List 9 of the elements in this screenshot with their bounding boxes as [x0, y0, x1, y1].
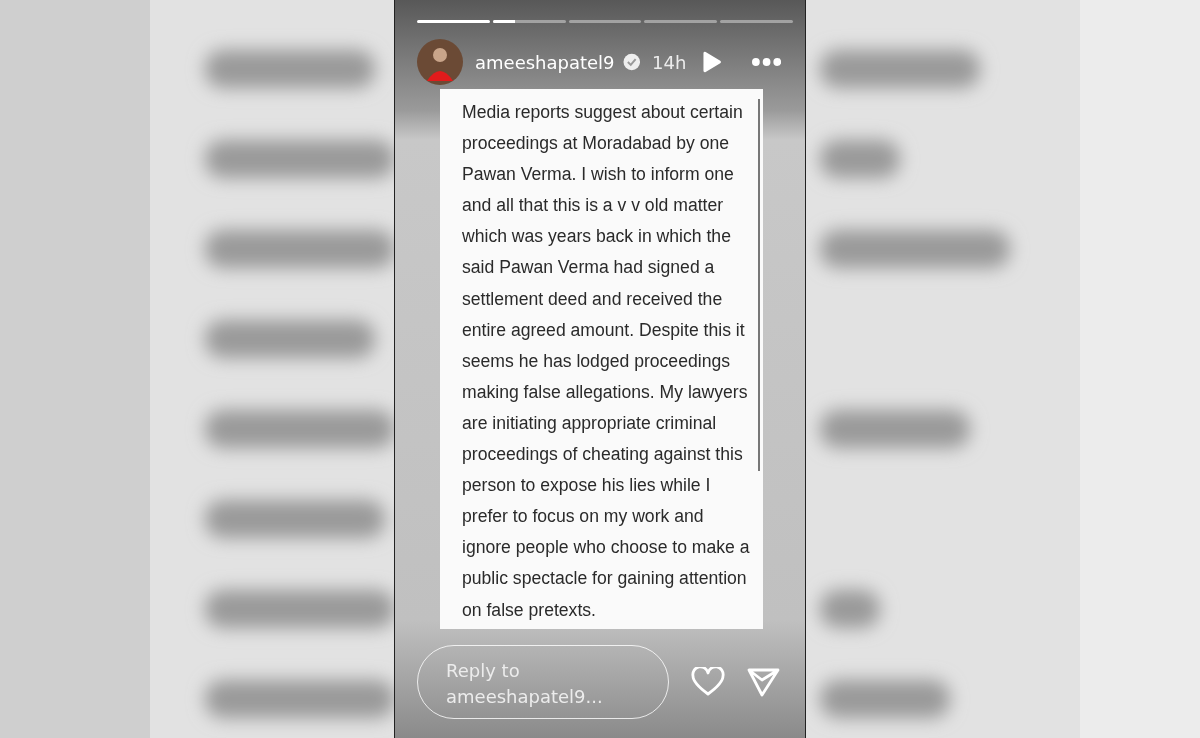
reply-field[interactable]: Reply to ameeshapatel9...: [417, 645, 669, 719]
play-icon[interactable]: [702, 51, 722, 73]
more-icon[interactable]: [751, 58, 781, 66]
avatar[interactable]: [417, 39, 463, 85]
post-time: 14h: [652, 51, 687, 73]
heart-icon[interactable]: [691, 667, 725, 697]
statement-text: Media reports suggest about certain proceedings at Moradabad by one Pawan Verma. I wish to inform one and all that this is a v v old matter which was years back in which the said Pawan Verma had signed a settlement deed and received the entire agreed amount. Despite this it seems he has lodged proceedings making false allegations. My lawyers are initiating appropriate criminal proceedings of cheating against this person to expose his lies while I prefer to focus on my work and ignore people who choose to make a public spectacle for gaining attention on false pretexts.: [462, 101, 751, 622]
username[interactable]: ameeshapatel9: [475, 51, 615, 73]
send-icon[interactable]: [747, 667, 780, 697]
